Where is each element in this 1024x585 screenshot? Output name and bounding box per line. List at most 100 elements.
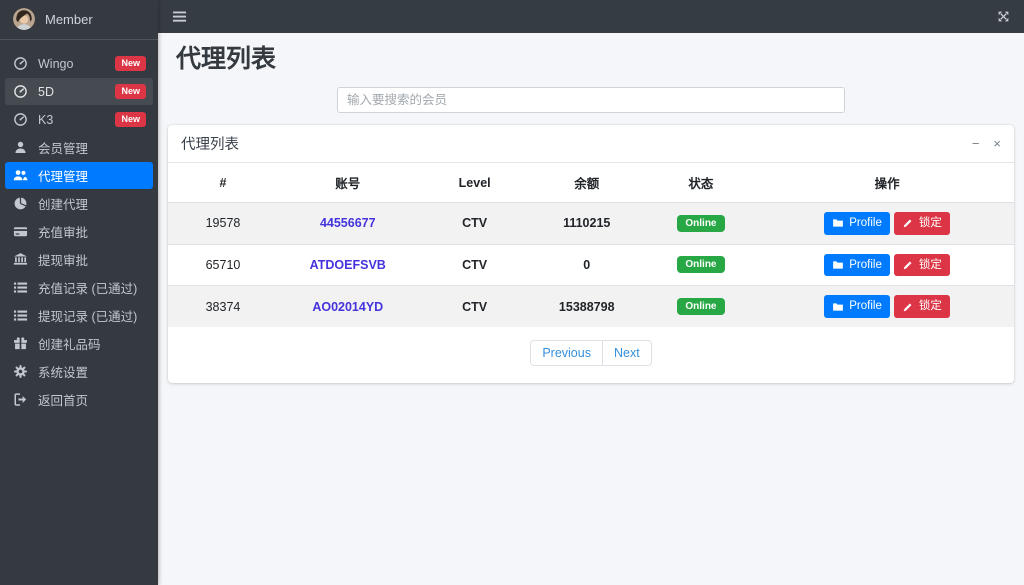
cell-id: 65710	[168, 244, 278, 286]
sidebar-item-label: 5D	[38, 85, 54, 99]
pencil-icon	[902, 259, 914, 271]
header-balance: 余额	[532, 163, 642, 203]
cell-id: 19578	[168, 203, 278, 245]
user-icon	[12, 140, 29, 155]
table-row: 65710 ATDOEFSVB CTV 0 Online Profile 锁定	[168, 244, 1014, 286]
header-status: 状态	[642, 163, 760, 203]
header-id: #	[168, 163, 278, 203]
sidebar-item-k3[interactable]: K3 New	[5, 106, 153, 133]
cell-balance: 1110215	[532, 203, 642, 245]
profile-button[interactable]: Profile	[824, 295, 890, 318]
agent-list-card: 代理列表 − × # 账号 Level 余额 状态 操作	[168, 125, 1014, 383]
folder-icon	[832, 217, 844, 229]
close-icon[interactable]: ×	[993, 137, 1001, 150]
new-badge: New	[115, 84, 146, 99]
sidebar-item-label: 提现审批	[38, 250, 88, 269]
sidebar-item-create-giftcode[interactable]: 创建礼品码	[5, 330, 153, 357]
sidebar-item-create-agent[interactable]: 创建代理	[5, 190, 153, 217]
next-page-button[interactable]: Next	[602, 340, 652, 366]
sidebar-item-agent-management[interactable]: 代理管理	[5, 162, 153, 189]
cell-id: 38374	[168, 286, 278, 327]
sidebar-item-label: 系统设置	[38, 362, 88, 381]
sidebar-item-label: 创建代理	[38, 194, 88, 213]
list-icon	[12, 280, 29, 295]
table-header-row: # 账号 Level 余额 状态 操作	[168, 163, 1014, 203]
table-row: 38374 AO02014YD CTV 15388798 Online Prof…	[168, 286, 1014, 327]
pie-chart-icon	[12, 196, 29, 211]
new-badge: New	[115, 112, 146, 127]
sidebar-item-member-management[interactable]: 会员管理	[5, 134, 153, 161]
sidebar-item-wingo[interactable]: Wingo New	[5, 50, 153, 77]
card-header: 代理列表 − ×	[168, 125, 1014, 163]
sidebar-item-label: 充值记录 (已通过)	[38, 278, 137, 297]
cell-level: CTV	[418, 286, 532, 327]
list-icon	[12, 308, 29, 323]
account-link[interactable]: AO02014YD	[312, 300, 383, 314]
cell-balance: 0	[532, 244, 642, 286]
account-link[interactable]: 44556677	[320, 216, 376, 230]
cell-level: CTV	[418, 203, 532, 245]
cell-level: CTV	[418, 244, 532, 286]
sidebar-item-5d[interactable]: 5D New	[5, 78, 153, 105]
bank-icon	[12, 252, 29, 267]
page-title: 代理列表	[176, 44, 1006, 74]
fullscreen-button[interactable]	[997, 10, 1010, 23]
cell-balance: 15388798	[532, 286, 642, 327]
top-navbar	[158, 0, 1024, 33]
table-row: 19578 44556677 CTV 1110215 Online Profil…	[168, 203, 1014, 245]
header-level: Level	[418, 163, 532, 203]
minimize-icon[interactable]: −	[972, 137, 980, 150]
sidebar-item-label: 代理管理	[38, 166, 88, 185]
gift-icon	[12, 336, 29, 351]
sidebar-item-back-home[interactable]: 返回首页	[5, 386, 153, 413]
sidebar-item-label: 返回首页	[38, 390, 88, 409]
sidebar-menu: Wingo New 5D New K3 New	[0, 40, 158, 423]
profile-button[interactable]: Profile	[824, 212, 890, 235]
gauge-icon	[12, 84, 29, 99]
previous-page-button[interactable]: Previous	[530, 340, 603, 366]
status-badge: Online	[677, 256, 724, 273]
pencil-icon	[902, 301, 914, 313]
gauge-icon	[12, 56, 29, 71]
sidebar-item-label: 会员管理	[38, 138, 88, 157]
sidebar-item-withdraw-records[interactable]: 提现记录 (已通过)	[5, 302, 153, 329]
header-account: 账号	[278, 163, 418, 203]
sidebar-item-system-settings[interactable]: 系统设置	[5, 358, 153, 385]
status-badge: Online	[677, 215, 724, 232]
main-area: 代理列表 代理列表 − × # 账号 Level 余额	[158, 0, 1024, 585]
account-link[interactable]: ATDOEFSVB	[310, 258, 386, 272]
sign-out-icon	[12, 392, 29, 407]
lock-button[interactable]: 锁定	[894, 254, 950, 277]
profile-button[interactable]: Profile	[824, 254, 890, 277]
search-input[interactable]	[337, 87, 845, 113]
gear-icon	[12, 364, 29, 379]
agent-table: # 账号 Level 余额 状态 操作 19578 44556677 CTV 1…	[168, 163, 1014, 327]
pencil-icon	[902, 217, 914, 229]
sidebar-item-deposit-approval[interactable]: 充值审批	[5, 218, 153, 245]
sidebar-item-label: 充值审批	[38, 222, 88, 241]
lock-button[interactable]: 锁定	[894, 212, 950, 235]
users-icon	[12, 168, 29, 183]
user-name: Member	[45, 12, 93, 27]
sidebar-item-deposit-records[interactable]: 充值记录 (已通过)	[5, 274, 153, 301]
content: 代理列表 代理列表 − × # 账号 Level 余额	[158, 33, 1024, 383]
sidebar-toggle-button[interactable]	[172, 9, 187, 24]
gauge-icon	[12, 112, 29, 127]
lock-button[interactable]: 锁定	[894, 295, 950, 318]
header-actions: 操作	[760, 163, 1014, 203]
card-tools: − ×	[972, 137, 1001, 150]
sidebar: Member Wingo New 5D New	[0, 0, 158, 585]
card-title: 代理列表	[181, 133, 239, 154]
user-avatar	[13, 8, 35, 30]
expand-arrows-icon	[997, 10, 1010, 23]
user-panel: Member	[0, 0, 158, 40]
new-badge: New	[115, 56, 146, 71]
sidebar-item-withdraw-approval[interactable]: 提现审批	[5, 246, 153, 273]
sidebar-item-label: 提现记录 (已通过)	[38, 306, 137, 325]
sidebar-item-label: K3	[38, 113, 53, 127]
folder-icon	[832, 259, 844, 271]
pagination: Previous Next	[168, 327, 1014, 383]
sidebar-item-label: 创建礼品码	[38, 334, 101, 353]
sidebar-item-label: Wingo	[38, 57, 73, 71]
credit-card-icon	[12, 224, 29, 239]
